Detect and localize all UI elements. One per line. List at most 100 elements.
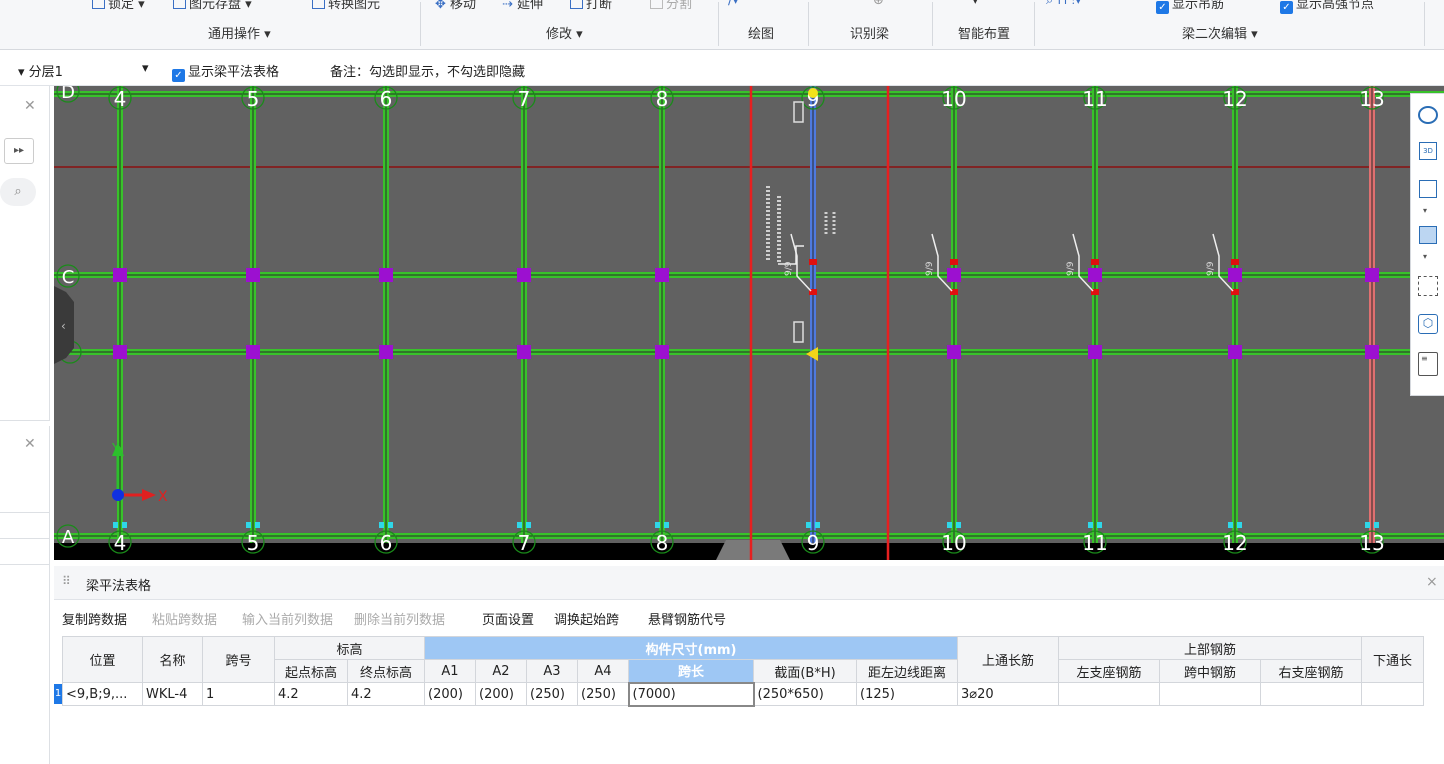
chevron-down-icon[interactable]: ▾ [1423,252,1427,261]
box-icon[interactable]: ⬡ [1418,314,1438,334]
show-table-checkbox[interactable]: ✓ 显示梁平法表格 [172,61,279,82]
axis-label: 6 [380,531,393,555]
column-marker[interactable] [379,345,393,359]
grip-handle[interactable] [793,321,804,343]
axis-label: D [61,86,75,103]
cell-span[interactable]: 1 [202,682,275,706]
smart-dropdown[interactable]: ▾ [972,0,979,8]
cell-elev-end[interactable]: 4.2 [347,682,425,706]
expand-button[interactable]: ▸▸ [4,138,34,164]
cell-left-seat[interactable] [1058,682,1160,706]
split-button[interactable]: 分割 [650,0,692,12]
column-marker[interactable] [1365,345,1379,359]
identify-tool-button[interactable]: ⊕ [873,0,884,8]
column-marker[interactable] [947,268,961,282]
leader-line [778,245,804,265]
cell-a4[interactable]: (250) [577,682,629,706]
cell-mid-span[interactable] [1159,682,1261,706]
cad-canvas[interactable]: 4 4 5 5 6 6 7 7 8 8 9 9 10 10 11 11 12 12 13 13 D C A 9/9 9/9 9/9… [54,86,1444,560]
column-marker[interactable] [379,268,393,282]
chevron-left-icon[interactable]: ‹ [61,319,66,333]
cell-right-seat[interactable] [1260,682,1362,706]
column-marker[interactable] [113,345,127,359]
toolbar-item[interactable]: 页面设置 [482,609,534,628]
settings-list-icon[interactable]: ≡ [1418,352,1438,376]
plan-drawing[interactable]: 4455667788991010111112121313DCA9/9 9/9 9/9… [54,86,1444,560]
move-button[interactable]: ✥ 移动 [435,0,476,12]
cell-dist[interactable]: (125) [856,682,958,706]
column-marker[interactable] [655,345,669,359]
cell-span-len[interactable]: (7000) [627,681,755,707]
cell-a3[interactable]: (250) [526,682,578,706]
toolbar-item[interactable]: 输入当前列数据 [242,609,333,628]
cell-a2[interactable]: (200) [475,682,527,706]
column-marker[interactable] [517,268,531,282]
column-marker[interactable] [1088,345,1102,359]
group-edit2[interactable]: 梁二次编辑 ▾ [1182,23,1258,42]
close-icon[interactable]: × [1426,574,1438,590]
column-marker[interactable] [655,268,669,282]
divider [932,2,933,46]
axis-label: 6 [380,87,393,111]
toolbar-item[interactable]: 悬臂钢筋代号 [648,609,726,628]
layer-select[interactable]: ▾ 分层1 ▾ [18,61,149,80]
column-marker[interactable] [1365,268,1379,282]
orbit-icon[interactable] [1418,106,1438,124]
row-index[interactable]: 1 [54,684,62,704]
support-marker [388,522,393,528]
column-marker[interactable] [1088,268,1102,282]
cell-elev-start[interactable]: 4.2 [274,682,348,706]
cube-icon[interactable] [1419,180,1437,198]
toolbar-item[interactable]: 粘贴跨数据 [152,609,217,628]
header-size: 构件尺寸(mm) [424,636,958,660]
table-row[interactable]: <9,B;9,... WKL-4 1 4.2 4.2 (200) (200) (… [62,681,1424,707]
toolbar-item[interactable]: 复制跨数据 [62,609,127,628]
cell-bottom-bar[interactable] [1361,682,1424,706]
close-icon[interactable]: ✕ [24,436,36,452]
edit-tools[interactable]: ⌕ ⊓ ⫶▾ [1046,0,1081,8]
header-a3: A3 [526,659,578,683]
extend-button[interactable]: ⇢ 延伸 [502,0,543,12]
cell-a1[interactable]: (200) [424,682,476,706]
cell-name[interactable]: WKL-4 [142,682,203,706]
column-marker[interactable] [517,345,531,359]
draw-tool-button[interactable]: ∕▾ [728,0,739,8]
divider [420,2,421,46]
chevron-down-icon[interactable]: ▾ [1423,206,1427,215]
move-icon: ✥ [435,0,446,12]
cell-top-bar[interactable]: 3⌀20 [957,682,1059,706]
column-marker[interactable] [246,268,260,282]
axis-label: 8 [656,531,669,555]
beam-span-label: 9/9 [1206,261,1216,276]
column-marker[interactable] [246,345,260,359]
cell-pos[interactable]: <9,B;9,... [62,682,143,706]
save-unit-button[interactable]: 图元存盘 ▾ [173,0,252,12]
column-marker[interactable] [1228,268,1242,282]
lock-button[interactable]: 锁定 ▾ [92,0,145,12]
shaded-cube-icon[interactable] [1419,226,1437,244]
drag-handle-icon[interactable]: ⠿ [62,574,71,588]
convert-unit-button[interactable]: 转换图元 [312,0,380,12]
group-modify[interactable]: 修改 ▾ [546,23,583,42]
column-marker[interactable] [947,345,961,359]
divider [0,538,50,539]
view-3d-icon[interactable]: 3D [1419,142,1437,160]
column-marker[interactable] [1228,345,1242,359]
beam-table[interactable]: 位置 名称 跨号 标高 构件尺寸(mm) 上通长筋 上部钢筋 下通长 起点标高 … [62,636,1424,707]
grip-handle[interactable] [793,101,804,123]
start-point-marker[interactable] [808,88,818,98]
cell-section[interactable]: (250*650) [753,682,857,706]
close-icon[interactable]: ✕ [24,98,36,114]
show-high-node-checkbox[interactable]: ✓ 显示高强节点 [1280,0,1374,14]
header-span: 跨号 [202,636,275,683]
canvas-scroll-handle[interactable] [716,540,790,560]
column-marker[interactable] [113,268,127,282]
search-icon[interactable]: ⌕ [0,178,36,206]
break-button[interactable]: 打断 [570,0,612,12]
fullscreen-icon[interactable] [1418,276,1438,296]
toolbar-item[interactable]: 删除当前列数据 [354,609,445,628]
floor-bar: ▾ 分层1 ▾ ✓ 显示梁平法表格 备注：勾选即显示，不勾选即隐藏 [0,50,1444,86]
show-hanger-checkbox[interactable]: ✓ 显示吊筋 [1156,0,1224,14]
toolbar-item[interactable]: 调换起始跨 [554,609,619,628]
group-common[interactable]: 通用操作 ▾ [208,23,271,42]
